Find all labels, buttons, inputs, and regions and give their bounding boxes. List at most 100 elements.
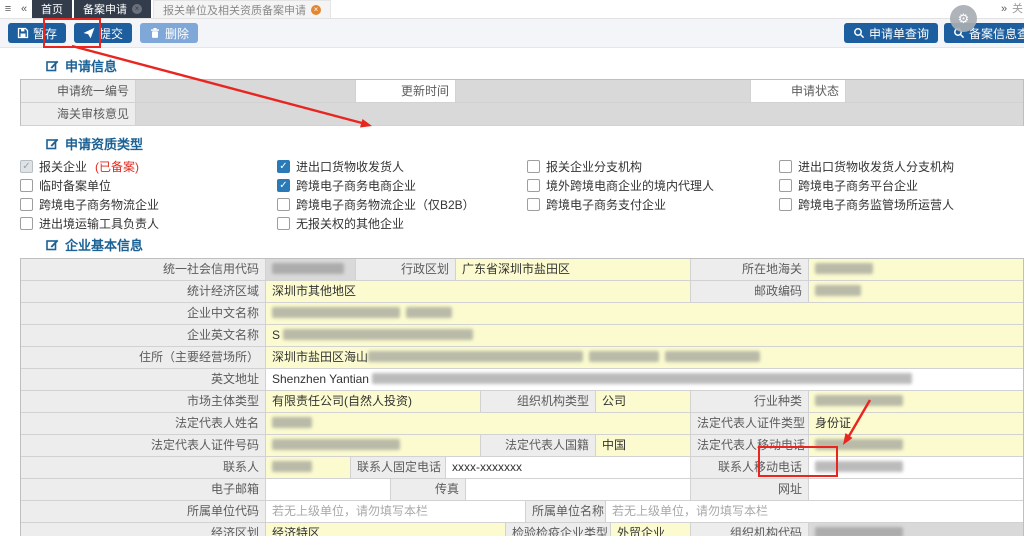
checkbox-temporary-unit[interactable]: 临时备案单位 (20, 176, 277, 195)
customs-value[interactable] (809, 259, 1023, 280)
tab-customs-unit-qualification[interactable]: 报关单位及相关资质备案申请 × (153, 0, 331, 18)
field-label: 组织机构代码 (691, 523, 809, 536)
edit-section-icon (46, 137, 59, 150)
checkbox-transport-leader[interactable]: 进出境运输工具负责人 (20, 214, 277, 233)
checkbox-cbec-platform[interactable]: 跨境电子商务平台企业 (779, 176, 1024, 195)
checkbox-other-no-declare[interactable]: 无报关权的其他企业 (277, 214, 527, 233)
toolbar-right: 申请单查询 备案信息查询 (844, 23, 1016, 43)
field-label: 经济区划 (21, 523, 266, 536)
address-value[interactable]: 深圳市盐田区海山 (266, 347, 1023, 368)
checkbox-icon (277, 217, 290, 230)
contact-value[interactable] (266, 457, 351, 478)
delete-button[interactable]: 删除 (140, 23, 198, 43)
checkbox-cbec-ecommerce[interactable]: ✓ 跨境电子商务电商企业 (277, 176, 527, 195)
field-label: 行政区划 (356, 259, 456, 280)
legal-mobile-value[interactable] (809, 435, 1023, 456)
masked-value (272, 439, 400, 450)
field-label: 联系人 (21, 457, 266, 478)
economic-zone-value[interactable]: 经济特区 (266, 523, 506, 536)
tab-home[interactable]: 首页 (32, 0, 72, 18)
app-window: ≡ « 首页 备案申请 × 报关单位及相关资质备案申请 × » 关 ⚙ 暂存 提… (0, 0, 1024, 536)
masked-value (815, 395, 903, 406)
nationality-value[interactable]: 中国 (596, 435, 691, 456)
hamburger-menu-icon[interactable]: ≡ (0, 0, 16, 18)
company-en-name-value[interactable]: S (266, 325, 1023, 346)
ciq-type-value[interactable]: 外贸企业 (611, 523, 691, 536)
qual-column-2: ✓ 进出口货物收发货人 ✓ 跨境电子商务电商企业 跨境电子商务物流企业（仅B2B… (277, 157, 527, 233)
masked-value (283, 329, 473, 340)
field-label: 组织机构类型 (481, 391, 596, 412)
close-tab-icon[interactable]: × (311, 5, 321, 15)
checkbox-broker-branch[interactable]: 报关企业分支机构 (527, 157, 779, 176)
checkbox-cbec-logistics-b2b[interactable]: 跨境电子商务物流企业（仅B2B） (277, 195, 527, 214)
update-time-value (456, 80, 751, 102)
contact-mobile-value[interactable] (809, 457, 1023, 478)
masked-value (815, 285, 861, 296)
table-row: 住所（主要经营场所） 深圳市盐田区海山 (21, 347, 1023, 369)
section-title-text: 申请信息 (65, 56, 117, 75)
company-cn-name-value[interactable] (266, 303, 1023, 324)
checkbox-cbec-logistics[interactable]: 跨境电子商务物流企业 (20, 195, 277, 214)
table-row: 企业中文名称 (21, 303, 1023, 325)
collapse-tabs-icon[interactable]: « (16, 0, 32, 18)
save-draft-button[interactable]: 暂存 (8, 23, 66, 43)
section-title-text: 申请资质类型 (65, 134, 143, 153)
legal-cert-type-value[interactable]: 身份证 (809, 413, 1023, 434)
legal-name-value[interactable] (266, 413, 691, 434)
parent-name-value[interactable]: 若无上级单位，请勿填写本栏 (606, 501, 1023, 522)
tab-label: 首页 (41, 1, 63, 17)
save-icon (17, 27, 29, 39)
field-label: 邮政编码 (691, 281, 809, 302)
region-value[interactable]: 深圳市其他地区 (266, 281, 691, 302)
checkbox-cbec-payment[interactable]: 跨境电子商务支付企业 (527, 195, 779, 214)
checkbox-label: 报关企业 (39, 158, 87, 175)
submit-label: 提交 (99, 25, 123, 42)
checkbox-label: 进出口货物收发货人分支机构 (798, 158, 954, 175)
submit-button[interactable]: 提交 (74, 23, 132, 43)
website-value[interactable] (809, 479, 1023, 500)
masked-value (272, 307, 400, 318)
fax-value[interactable] (466, 479, 691, 500)
floating-assistant-widget[interactable]: ⚙ (950, 5, 977, 32)
checkbox-customs-broker[interactable]: ✓ 报关企业 (已备案) (20, 157, 277, 176)
org-type-value[interactable]: 公司 (596, 391, 691, 412)
edit-section-icon (46, 59, 59, 72)
en-address-value[interactable]: Shenzhen Yantian (266, 369, 1023, 390)
close-tab-icon[interactable]: × (132, 4, 142, 14)
masked-value (368, 351, 583, 362)
masked-value (815, 263, 873, 274)
legal-cert-no-value[interactable] (266, 435, 481, 456)
parent-code-value[interactable]: 若无上级单位，请勿填写本栏 (266, 501, 526, 522)
checkbox-icon (527, 160, 540, 173)
qual-column-1: ✓ 报关企业 (已备案) 临时备案单位 跨境电子商务物流企业 进出境运输工具负责… (20, 157, 277, 233)
checkbox-icon (527, 179, 540, 192)
table-row: 英文地址 Shenzhen Yantian (21, 369, 1023, 391)
email-value[interactable] (266, 479, 391, 500)
checkbox-consignee-branch[interactable]: 进出口货物收发货人分支机构 (779, 157, 1024, 176)
industry-value[interactable] (809, 391, 1023, 412)
checkbox-icon (20, 179, 33, 192)
checkbox-overseas-agent[interactable]: 境外跨境电商企业的境内代理人 (527, 176, 779, 195)
table-row: 市场主体类型 有限责任公司(自然人投资) 组织机构类型 公司 行业种类 (21, 391, 1023, 413)
expand-tabs-icon[interactable]: » (996, 0, 1012, 18)
checkbox-consignee-consignor[interactable]: ✓ 进出口货物收发货人 (277, 157, 527, 176)
district-value[interactable]: 广东省深圳市盐田区 (456, 259, 691, 280)
tab-filing-application[interactable]: 备案申请 × (74, 0, 151, 18)
checkbox-cbec-supervision-site[interactable]: 跨境电子商务监管场所运营人 (779, 195, 1024, 214)
postcode-value[interactable] (809, 281, 1023, 302)
checkbox-label: 跨境电子商务监管场所运营人 (798, 196, 954, 213)
tabbar-spacer (331, 0, 996, 18)
table-row: 统计经济区域 深圳市其他地区 邮政编码 (21, 281, 1023, 303)
table-row: 法定代表人证件号码 法定代表人国籍 中国 法定代表人移动电话 (21, 435, 1023, 457)
field-label: 市场主体类型 (21, 391, 266, 412)
tab-bar: ≡ « 首页 备案申请 × 报关单位及相关资质备案申请 × » 关 (0, 0, 1024, 19)
checkbox-icon (20, 217, 33, 230)
contact-tel-value[interactable]: xxxx-xxxxxxx (446, 457, 691, 478)
application-query-button[interactable]: 申请单查询 (844, 23, 938, 43)
field-label: 网址 (691, 479, 809, 500)
field-label: 所属单位代码 (21, 501, 266, 522)
masked-value (272, 417, 312, 428)
edit-section-icon (46, 238, 59, 251)
field-label: 企业中文名称 (21, 303, 266, 324)
market-type-value[interactable]: 有限责任公司(自然人投资) (266, 391, 481, 412)
